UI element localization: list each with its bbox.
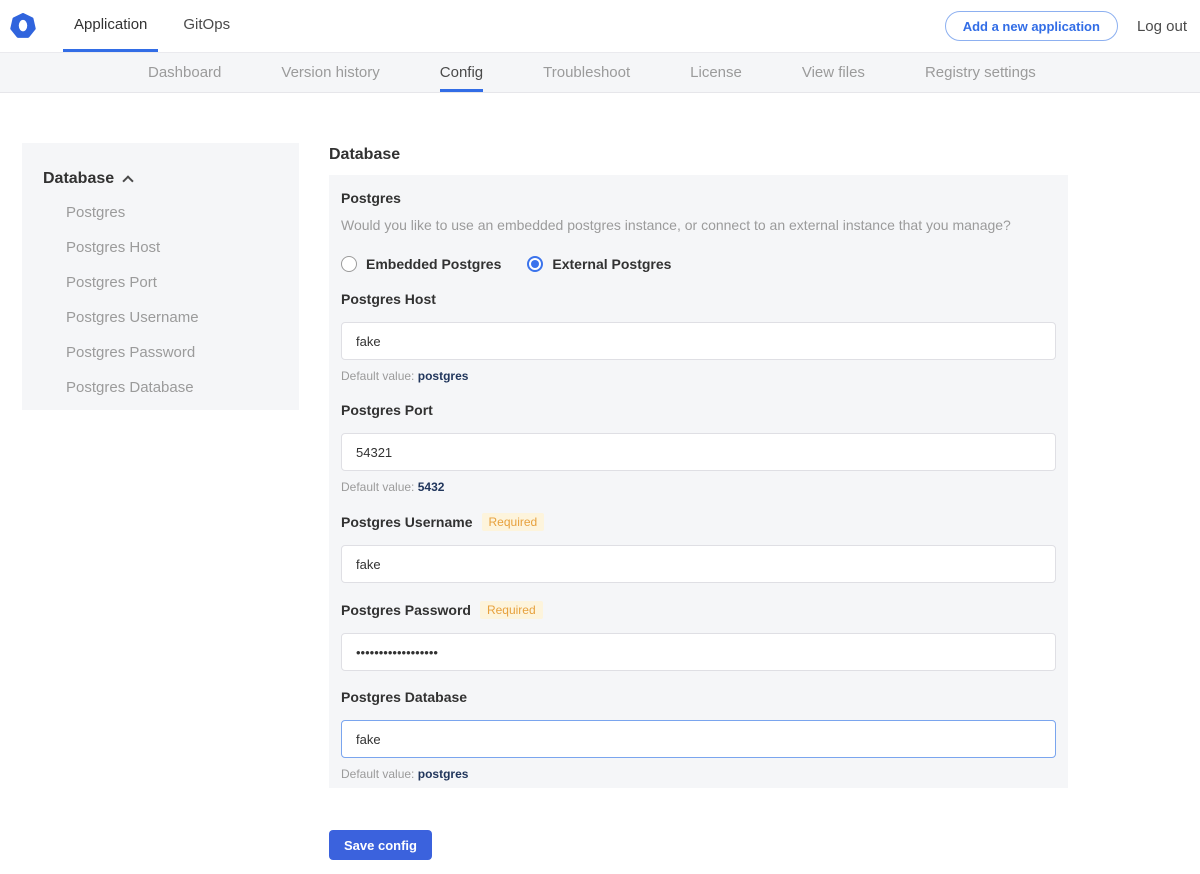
- postgres-username-label: Postgres Username: [341, 514, 473, 531]
- topbar-right: Add a new application Log out: [945, 0, 1187, 52]
- sidebar-group-database[interactable]: Database: [43, 169, 283, 188]
- sidebar-items: Postgres Postgres Host Postgres Port Pos…: [43, 205, 283, 395]
- sidebar-item-postgres[interactable]: Postgres: [66, 205, 283, 220]
- radio-unchecked-icon[interactable]: [341, 256, 357, 272]
- tab-gitops[interactable]: GitOps: [172, 0, 241, 52]
- radio-external-postgres[interactable]: External Postgres: [527, 256, 671, 272]
- postgres-username-label-row: Postgres Username Required: [341, 513, 1056, 531]
- save-config-button[interactable]: Save config: [329, 830, 432, 860]
- postgres-password-label-row: Postgres Password Required: [341, 601, 1056, 619]
- sidebar-item-postgres-database[interactable]: Postgres Database: [66, 380, 283, 395]
- sidebar-item-postgres-host[interactable]: Postgres Host: [66, 240, 283, 255]
- logout-button[interactable]: Log out: [1137, 18, 1187, 35]
- chevron-up-icon: [122, 175, 133, 186]
- config-sidebar: Database Postgres Postgres Host Postgres…: [22, 143, 299, 410]
- app-logo-icon: [10, 13, 36, 39]
- subnav-item-license[interactable]: License: [690, 53, 742, 92]
- postgres-port-label-row: Postgres Port: [341, 402, 1056, 419]
- postgres-host-label: Postgres Host: [341, 291, 436, 308]
- sidebar-item-postgres-port[interactable]: Postgres Port: [66, 275, 283, 290]
- postgres-host-label-row: Postgres Host: [341, 291, 1056, 308]
- top-tabs: Application GitOps: [63, 0, 241, 52]
- app-subnav: Dashboard Version history Config Trouble…: [0, 52, 1200, 93]
- postgres-group-label: Postgres: [341, 190, 1056, 207]
- postgres-port-default: Default value: 5432: [341, 480, 1056, 495]
- subnav-item-version-history[interactable]: Version history: [281, 53, 379, 92]
- postgres-database-input[interactable]: [341, 720, 1056, 758]
- topbar: Application GitOps Add a new application…: [0, 0, 1200, 52]
- postgres-help-text: Would you like to use an embedded postgr…: [341, 217, 1056, 234]
- default-value: postgres: [418, 767, 469, 781]
- default-value: postgres: [418, 369, 469, 383]
- postgres-password-input[interactable]: [341, 633, 1056, 671]
- add-application-button[interactable]: Add a new application: [945, 11, 1118, 41]
- radio-external-postgres-label: External Postgres: [552, 256, 671, 272]
- subnav-item-dashboard[interactable]: Dashboard: [148, 53, 221, 92]
- sidebar-item-postgres-username[interactable]: Postgres Username: [66, 310, 283, 325]
- postgres-radio-group: Embedded Postgres External Postgres: [341, 255, 1056, 273]
- config-main: Database Postgres Would you like to use …: [329, 145, 1068, 860]
- radio-embedded-postgres-label: Embedded Postgres: [366, 256, 501, 272]
- postgres-password-label: Postgres Password: [341, 602, 471, 619]
- postgres-database-label-row: Postgres Database: [341, 689, 1056, 706]
- subnav-item-view-files[interactable]: View files: [802, 53, 865, 92]
- default-label: Default value:: [341, 369, 414, 383]
- radio-checked-icon[interactable]: [527, 256, 543, 272]
- section-title: Database: [329, 145, 1068, 164]
- default-label: Default value:: [341, 767, 414, 781]
- default-label: Default value:: [341, 480, 414, 494]
- sidebar-group-label: Database: [43, 169, 114, 188]
- postgres-port-label: Postgres Port: [341, 402, 433, 419]
- sidebar-item-postgres-password[interactable]: Postgres Password: [66, 345, 283, 360]
- config-card: Postgres Would you like to use an embedd…: [329, 175, 1068, 788]
- postgres-host-input[interactable]: [341, 322, 1056, 360]
- postgres-host-default: Default value: postgres: [341, 369, 1056, 384]
- required-badge: Required: [482, 513, 545, 531]
- required-badge: Required: [480, 601, 543, 619]
- radio-embedded-postgres[interactable]: Embedded Postgres: [341, 256, 501, 272]
- postgres-username-input[interactable]: [341, 545, 1056, 583]
- postgres-database-default: Default value: postgres: [341, 767, 1056, 782]
- subnav-item-troubleshoot[interactable]: Troubleshoot: [543, 53, 630, 92]
- default-value: 5432: [418, 480, 445, 494]
- postgres-port-input[interactable]: [341, 433, 1056, 471]
- postgres-database-label: Postgres Database: [341, 689, 467, 706]
- tab-application[interactable]: Application: [63, 0, 158, 52]
- subnav-item-config[interactable]: Config: [440, 53, 483, 92]
- subnav-item-registry-settings[interactable]: Registry settings: [925, 53, 1036, 92]
